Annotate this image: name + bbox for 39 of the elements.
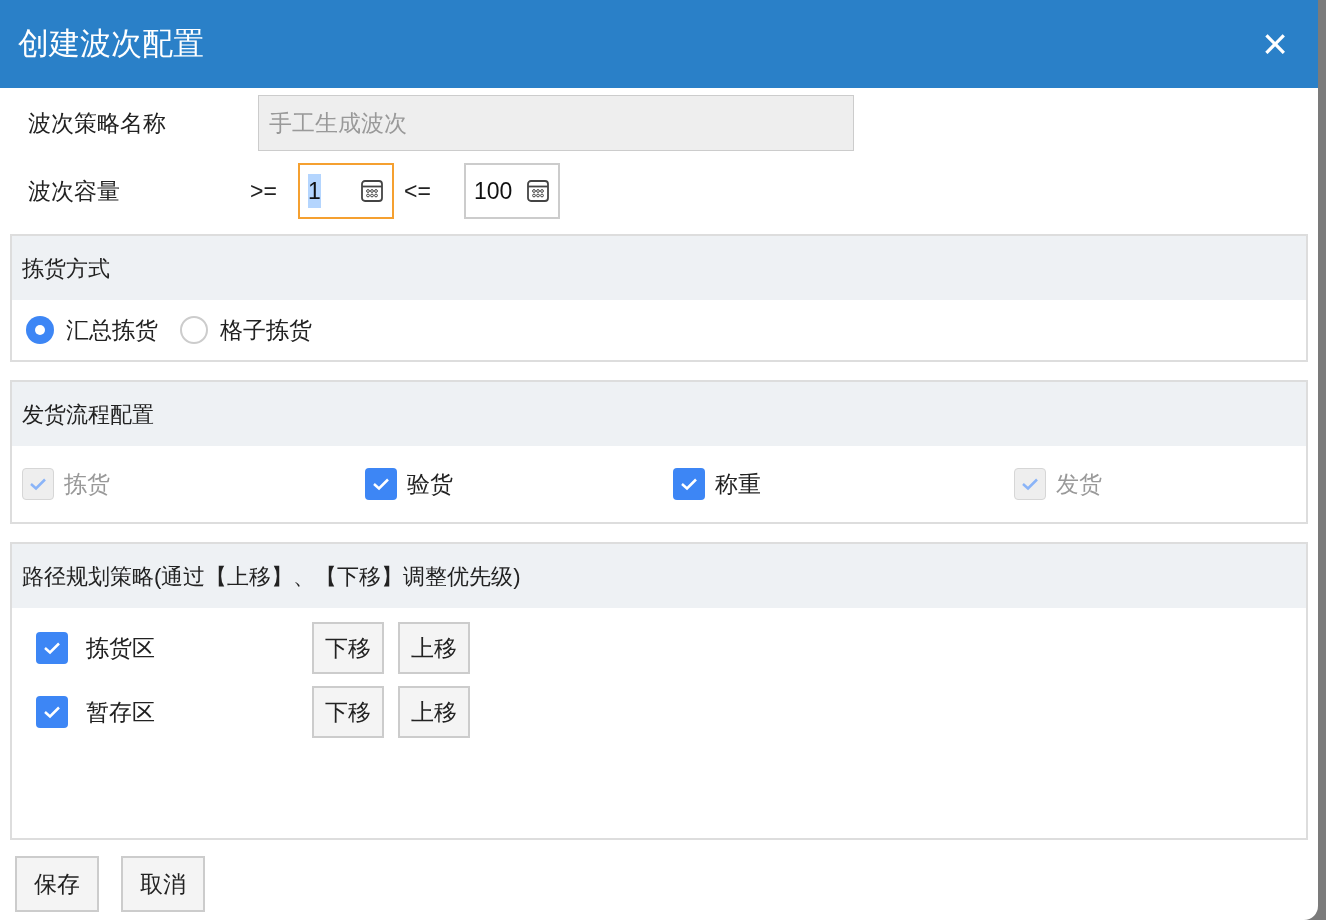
move-up-button[interactable]: 上移 xyxy=(398,686,470,738)
check-icon xyxy=(372,477,390,491)
section-title: 拣货方式 xyxy=(22,254,110,283)
section-title: 路径规划策略(通过【上移】、【下移】调整优先级) xyxy=(22,562,521,591)
check-icon xyxy=(43,641,61,655)
option-label: 汇总拣货 xyxy=(66,315,158,345)
dialog-title: 创建波次配置 xyxy=(18,24,204,63)
calculator-icon[interactable] xyxy=(526,179,550,203)
checkbox[interactable] xyxy=(673,468,705,500)
move-up-button[interactable]: 上移 xyxy=(398,622,470,674)
option-label: 验货 xyxy=(407,469,453,499)
zone-label: 暂存区 xyxy=(86,697,156,727)
checkbox[interactable] xyxy=(36,632,68,664)
option-label: 称重 xyxy=(715,469,761,499)
check-icon xyxy=(1021,477,1039,491)
number-field[interactable]: 1 xyxy=(298,163,394,219)
radio-button[interactable] xyxy=(180,316,208,344)
option-label: 发货 xyxy=(1056,469,1102,499)
calculator-icon[interactable] xyxy=(360,179,384,203)
field-label: 波次容量 xyxy=(28,176,121,206)
field-label: 波次策略名称 xyxy=(28,108,167,138)
number-field[interactable]: 100 xyxy=(464,163,560,219)
cancel-button[interactable]: 取消 xyxy=(121,856,205,912)
operator-label: <= xyxy=(403,176,432,206)
check-icon xyxy=(680,477,698,491)
check-icon xyxy=(43,705,61,719)
save-button[interactable]: 保存 xyxy=(15,856,99,912)
radio-button[interactable] xyxy=(26,316,54,344)
option-label: 拣货 xyxy=(64,469,110,499)
checkbox[interactable] xyxy=(36,696,68,728)
move-down-button[interactable]: 下移 xyxy=(312,622,384,674)
option-label: 格子拣货 xyxy=(220,315,312,345)
section-title: 发货流程配置 xyxy=(22,400,154,429)
checkbox[interactable] xyxy=(365,468,397,500)
close-button[interactable]: × xyxy=(1262,22,1288,66)
operator-label: >= xyxy=(250,176,278,206)
move-down-button[interactable]: 下移 xyxy=(312,686,384,738)
zone-label: 拣货区 xyxy=(86,633,156,663)
check-icon xyxy=(29,477,47,491)
